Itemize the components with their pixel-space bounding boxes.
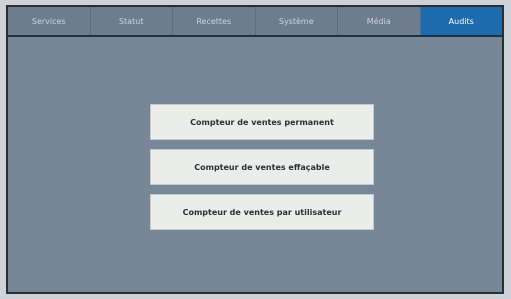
audits-content: Compteur de ventes permanent Compteur de… [8, 37, 502, 292]
permanent-sales-counter-button[interactable]: Compteur de ventes permanent [150, 104, 374, 140]
erasable-sales-counter-button[interactable]: Compteur de ventes effaçable [150, 149, 374, 185]
tab-bar: Services Statut Recettes Système Média A… [8, 7, 502, 37]
tab-statut[interactable]: Statut [91, 7, 173, 35]
tab-media[interactable]: Média [338, 7, 421, 35]
tab-audits[interactable]: Audits [420, 7, 502, 35]
tab-services[interactable]: Services [8, 7, 91, 35]
audits-screen: Services Statut Recettes Système Média A… [6, 5, 504, 294]
tab-systeme[interactable]: Système [256, 7, 338, 35]
per-user-sales-counter-button[interactable]: Compteur de ventes par utilisateur [150, 194, 374, 230]
tab-recettes[interactable]: Recettes [173, 7, 256, 35]
